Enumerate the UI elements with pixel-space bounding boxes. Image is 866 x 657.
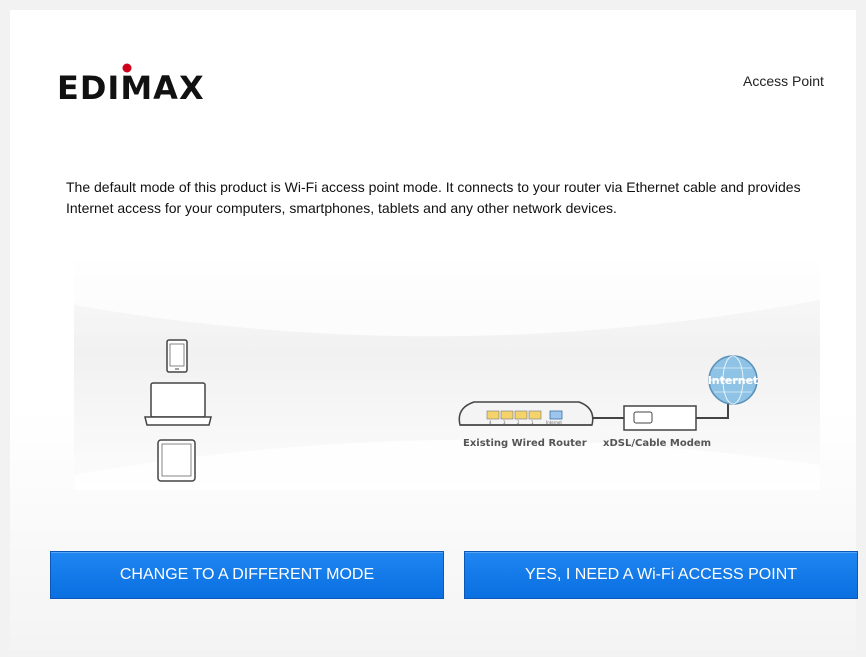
intro-text: The default mode of this product is Wi-F… xyxy=(66,179,801,216)
confirm-access-point-button[interactable]: YES, I NEED A Wi-Fi ACCESS POINT xyxy=(464,551,858,599)
smartphone-icon xyxy=(166,339,188,373)
change-mode-button-label: CHANGE TO A DIFFERENT MODE xyxy=(119,566,375,583)
modem-icon xyxy=(623,405,697,431)
setup-page: EDIMAX Access Point The default mode of … xyxy=(10,10,858,650)
network-diagram: 4 3 2 1 Internet Internet Existing Wired… xyxy=(74,260,820,490)
change-mode-button[interactable]: CHANGE TO A DIFFERENT MODE xyxy=(50,551,444,599)
brand-logo-text: EDIMAX xyxy=(57,69,205,101)
diagram-graphic: 4 3 2 1 Internet Internet xyxy=(74,260,820,490)
router-caption: Existing Wired Router xyxy=(463,438,587,449)
edimax-logo: EDIMAX xyxy=(57,63,205,101)
laptop-icon xyxy=(144,382,212,426)
tablet-icon xyxy=(157,439,196,482)
router-port-label: Internet xyxy=(546,420,562,425)
modem-caption: xDSL/Cable Modem xyxy=(603,438,712,449)
internet-globe-icon: Internet xyxy=(708,355,759,405)
internet-label: Internet xyxy=(708,374,759,387)
router-icon: 4 3 2 1 Internet xyxy=(458,401,594,426)
confirm-access-point-button-label: YES, I NEED A Wi-Fi ACCESS POINT xyxy=(524,566,798,583)
mode-label: Access Point xyxy=(743,73,824,89)
